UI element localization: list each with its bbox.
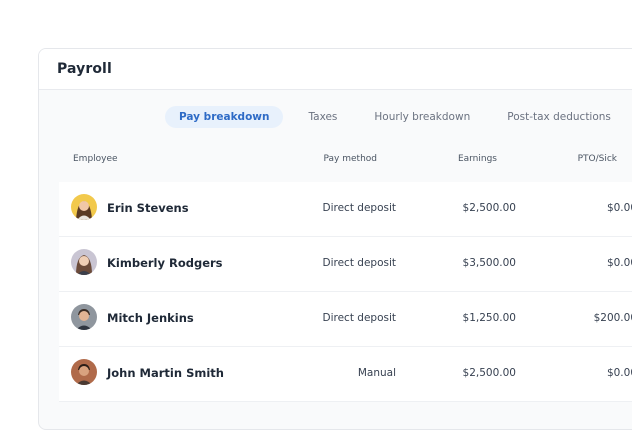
column-header-earnings[interactable]: Earnings — [458, 154, 497, 164]
employee-name[interactable]: Kimberly Rodgers — [107, 256, 223, 270]
earnings-cell: $3,500.00 — [462, 257, 516, 269]
table-row[interactable]: Kimberly Rodgers Direct deposit $3,500.0… — [59, 237, 632, 292]
avatar — [71, 194, 97, 220]
avatar — [71, 359, 97, 385]
earnings-cell: $1,250.00 — [462, 312, 516, 324]
table-header: Employee Pay method Earnings PTO/Sick — [39, 154, 632, 168]
table-row[interactable]: Erin Stevens Direct deposit $2,500.00 $0… — [59, 182, 632, 237]
payroll-window: Payroll Pay breakdown Taxes Hourly break… — [38, 48, 632, 430]
employee-name[interactable]: Mitch Jenkins — [107, 311, 194, 325]
tab-hourly-breakdown[interactable]: Hourly breakdown — [362, 106, 482, 128]
employee-name[interactable]: John Martin Smith — [107, 366, 224, 380]
pto-sick-cell: $0.00 — [606, 367, 632, 379]
column-header-pto-sick[interactable]: PTO/Sick — [578, 154, 617, 164]
column-header-employee[interactable]: Employee — [73, 154, 118, 164]
tab-bar: Pay breakdown Taxes Hourly breakdown Pos… — [165, 106, 632, 128]
avatar — [71, 249, 97, 275]
earnings-cell: $2,500.00 — [462, 202, 516, 214]
avatar — [71, 304, 97, 330]
pay-method-cell: Manual — [357, 367, 396, 379]
pay-method-cell: Direct deposit — [322, 257, 397, 269]
table-row[interactable]: Mitch Jenkins Direct deposit $1,250.00 $… — [59, 292, 632, 347]
window-header: Payroll — [39, 49, 632, 90]
tab-pay-breakdown[interactable]: Pay breakdown — [165, 106, 284, 128]
earnings-cell: $2,500.00 — [462, 367, 516, 379]
pto-sick-cell: $0.00 — [606, 202, 632, 214]
pay-method-cell: Direct deposit — [322, 202, 397, 214]
table-body: Erin Stevens Direct deposit $2,500.00 $0… — [59, 182, 632, 402]
employee-name[interactable]: Erin Stevens — [107, 201, 189, 215]
pay-method-cell: Direct deposit — [322, 312, 397, 324]
pto-sick-cell: $200.00 — [593, 312, 632, 324]
tab-taxes[interactable]: Taxes — [296, 106, 349, 128]
table-row[interactable]: John Martin Smith Manual $2,500.00 $0.00 — [59, 347, 632, 402]
tab-post-tax-deductions[interactable]: Post-tax deductions — [495, 106, 623, 128]
column-header-pay-method[interactable]: Pay method — [324, 154, 377, 164]
page-title: Payroll — [57, 61, 112, 77]
pto-sick-cell: $0.00 — [606, 257, 632, 269]
